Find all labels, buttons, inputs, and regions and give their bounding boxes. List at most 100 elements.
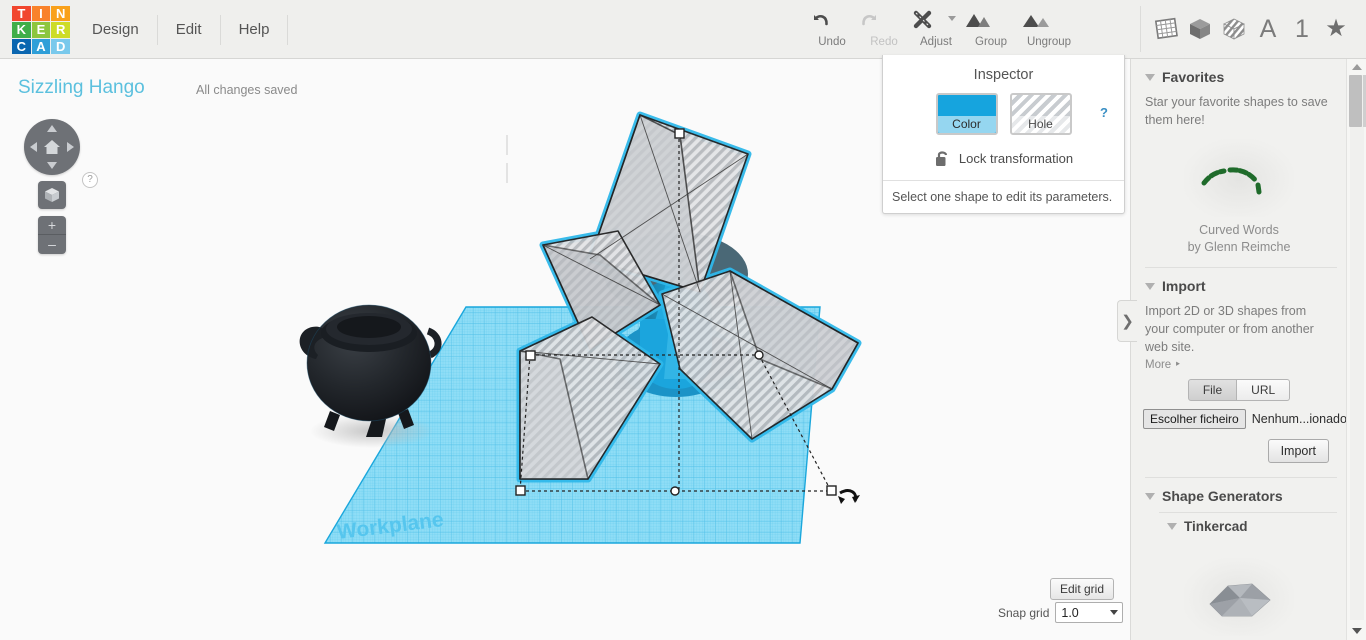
sidebar-section-title-favorites: Favorites (1162, 69, 1225, 85)
scroll-down-arrow-icon[interactable] (1352, 628, 1362, 634)
lock-transformation-label: Lock transformation (958, 151, 1074, 166)
toolbar-label-redo: Redo (870, 36, 898, 48)
import-button[interactable]: Import (1267, 439, 1329, 463)
toolbar-button-undo[interactable]: Undo (806, 4, 858, 48)
sidebar-scrollbar[interactable] (1346, 59, 1366, 640)
toolbar-label-adjust: Adjust (920, 36, 952, 48)
page-title[interactable]: Sizzling Hango (18, 77, 145, 99)
toolbar-label-group: Group (975, 36, 1007, 48)
sidebar-section-favorites[interactable]: Favorites (1131, 59, 1347, 93)
mountains-group-icon (962, 8, 1020, 34)
favorites-item-author: by Glenn Reimche (1187, 240, 1291, 254)
snap-grid-value: 1.0 (1061, 605, 1079, 620)
pan-down-icon[interactable] (47, 162, 57, 169)
logo-cell-7: A (31, 38, 51, 54)
inspector-panel: Inspector Color Hole ? Lock transformati… (882, 55, 1125, 214)
sidebar-section-title-import: Import (1162, 278, 1206, 294)
open-padlock-icon (934, 149, 951, 168)
chevron-right-icon: ❯ (1121, 313, 1134, 330)
color-swatch-label: Color (937, 116, 996, 133)
sidebar-section-import[interactable]: Import (1131, 268, 1347, 302)
zoom-controls: + – (38, 216, 66, 254)
edit-grid-button[interactable]: Edit grid (1050, 578, 1115, 600)
favorites-help-text: Star your favorite shapes to save them h… (1145, 95, 1328, 127)
chosen-file-label: Nenhum...ionado (1251, 412, 1347, 426)
toolbar-label-undo: Undo (818, 36, 846, 48)
import-tab-file[interactable]: File (1187, 379, 1238, 401)
toolbar-button-adjust[interactable]: Adjust (910, 4, 962, 48)
triangle-down-icon (1145, 73, 1155, 81)
favorites-item[interactable]: Curved Words by Glenn Reimche (1131, 129, 1347, 258)
shape-sidebar: Favorites Star your favorite shapes to s… (1130, 59, 1366, 640)
toolbar-label-ungroup: Ungroup (1026, 36, 1072, 48)
import-source-tabs: File URL (1131, 379, 1347, 401)
sidebar-subsection-tinkercad[interactable]: Tinkercad (1131, 513, 1347, 540)
scroll-up-arrow-icon[interactable] (1352, 64, 1362, 70)
logo-cell-5: R (51, 22, 70, 38)
redo-arrow-icon (858, 8, 910, 34)
triangle-down-icon (1145, 492, 1155, 500)
curved-words-thumb (1184, 139, 1294, 217)
snap-grid-control: Snap grid 1.0 (998, 602, 1124, 623)
sidebar-content: Favorites Star your favorite shapes to s… (1131, 59, 1347, 640)
sidebar-section-shape-generators[interactable]: Shape Generators (1131, 478, 1347, 512)
fit-to-view-cube-icon (43, 186, 61, 204)
inspector-footer-text: Select one shape to edit its parameters. (883, 180, 1124, 213)
logo-cell-8: D (51, 38, 70, 54)
shape-generator-item[interactable]: Polygon by Tinkercad - Pe... (1131, 540, 1347, 640)
pan-left-icon[interactable] (30, 142, 37, 152)
hole-swatch-button[interactable]: Hole (1009, 93, 1072, 135)
pan-right-icon[interactable] (67, 142, 74, 152)
logo-cell-3: K (12, 22, 31, 38)
toolbar-button-ungroup[interactable]: Ungroup (1020, 4, 1078, 48)
color-swatch-button[interactable]: Color (935, 93, 998, 135)
menu-item-edit[interactable]: Edit (158, 14, 221, 45)
lock-transformation-row[interactable]: Lock transformation (883, 135, 1124, 180)
scrollbar-track[interactable] (1350, 75, 1364, 620)
edit-toolbar: Undo Redo Adjust Group Ungroup (806, 4, 1078, 56)
view-pan-disc[interactable] (24, 119, 80, 175)
logo-cell-1: I (31, 6, 51, 22)
chevron-down-icon (1110, 610, 1119, 615)
toolbar-button-redo[interactable]: Redo (858, 4, 910, 48)
menu-item-design[interactable]: Design (82, 14, 158, 45)
main-menu: Design Edit Help (82, 0, 289, 59)
favorites-tool-button[interactable]: ★ (1319, 7, 1353, 51)
import-tab-url[interactable]: URL (1237, 379, 1291, 401)
logo-cell-4: E (31, 22, 51, 38)
import-file-row: Escolher ficheiro Nenhum...ionado (1131, 401, 1347, 429)
sidebar-collapse-tab[interactable]: ❯ (1117, 300, 1137, 342)
pan-up-icon[interactable] (47, 125, 57, 132)
solid-cube-icon (1187, 16, 1213, 42)
text-tool-button[interactable]: A (1251, 7, 1285, 51)
mountains-ungroup-icon (1020, 8, 1078, 34)
workplane-tool-button[interactable] (1149, 7, 1183, 51)
shape-library-toolbar: A 1 ★ (1140, 6, 1353, 52)
striped-hole-cube-icon (1221, 16, 1247, 42)
fit-to-view-button[interactable] (38, 181, 66, 209)
menu-item-help[interactable]: Help (221, 14, 289, 45)
solid-shape-tool-button[interactable] (1183, 7, 1217, 51)
toolbar-button-group[interactable]: Group (962, 4, 1020, 48)
choose-file-button[interactable]: Escolher ficheiro (1143, 409, 1246, 429)
home-icon[interactable] (42, 137, 62, 157)
tinkercad-app: T I N K E R C A D Design Edit Help Undo … (0, 0, 1366, 640)
zoom-out-button[interactable]: – (38, 235, 66, 254)
snap-grid-select[interactable]: 1.0 (1055, 602, 1124, 623)
logo-cell-2: N (51, 6, 70, 22)
numbers-tool-button[interactable]: 1 (1285, 7, 1319, 51)
scrollbar-thumb[interactable] (1349, 75, 1362, 127)
inspector-swatches: Color Hole ? (883, 93, 1124, 135)
rotate-handle[interactable] (838, 489, 860, 504)
zoom-in-button[interactable]: + (38, 216, 66, 235)
chevron-down-icon[interactable] (948, 16, 956, 21)
viewport-help-badge[interactable]: ? (82, 172, 98, 188)
tinkercad-logo[interactable]: T I N K E R C A D (12, 6, 70, 54)
favorites-item-name: Curved Words (1199, 223, 1279, 237)
import-more-link[interactable]: More ‣ (1131, 356, 1347, 371)
polygon-thumb (1184, 558, 1294, 636)
sidebar-subsection-title: Tinkercad (1184, 519, 1248, 534)
logo-cell-0: T (12, 6, 31, 22)
hole-shape-tool-button[interactable] (1217, 7, 1251, 51)
inspector-help-icon[interactable]: ? (1100, 105, 1108, 120)
